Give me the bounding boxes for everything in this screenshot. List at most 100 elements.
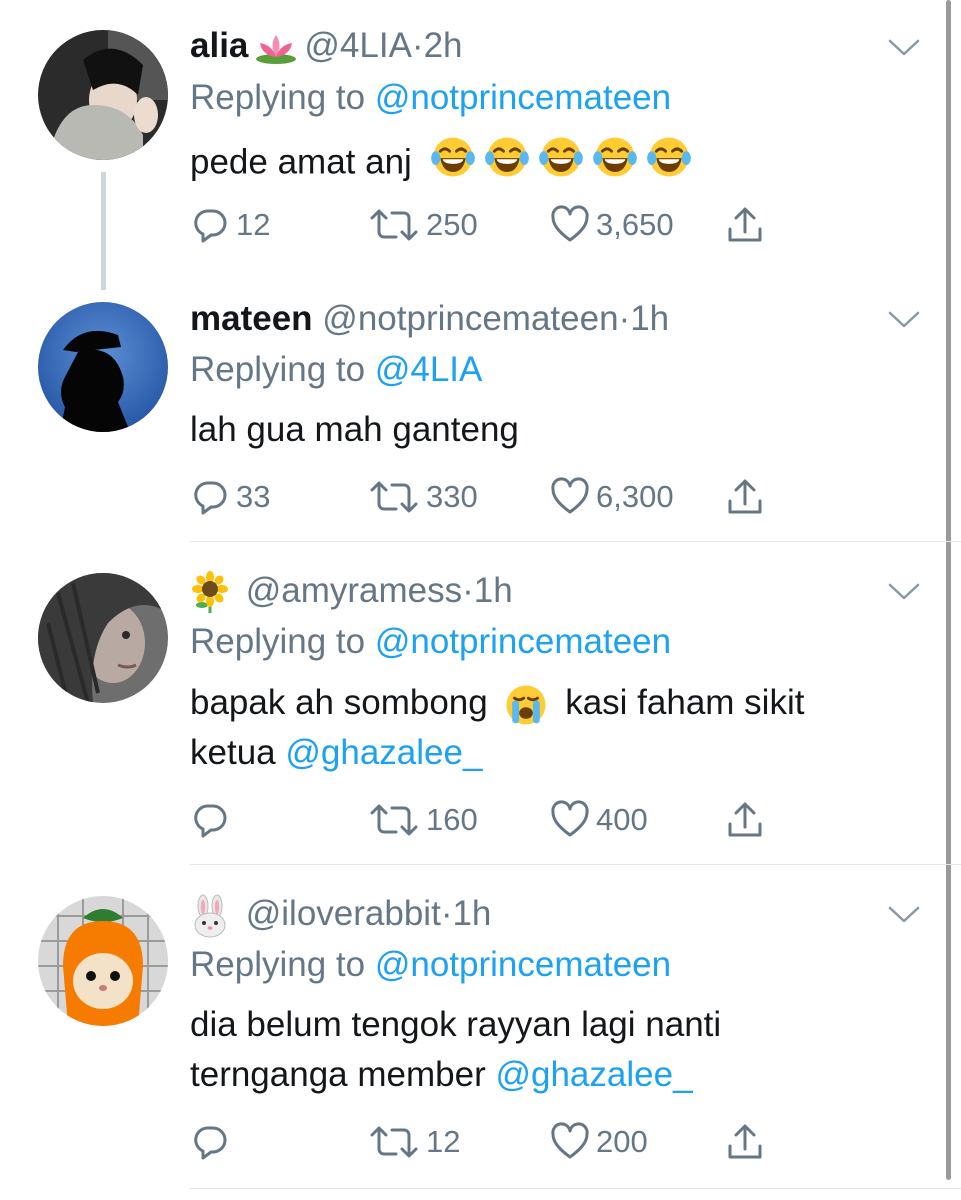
tweet-timestamp[interactable]: 2h xyxy=(424,26,463,65)
avatar-iloverabbit[interactable] xyxy=(38,896,168,1026)
sunflower-emoji xyxy=(190,571,230,615)
like-icon xyxy=(550,1122,590,1162)
tweet-divider xyxy=(190,864,961,865)
like-count: 6,300 xyxy=(596,479,674,514)
replying-to-mention[interactable]: @4LIA xyxy=(375,350,483,389)
reply-icon xyxy=(190,477,230,517)
tweet-text-part: ketua xyxy=(190,733,276,772)
tweet-timestamp[interactable]: 1h xyxy=(630,299,669,338)
avatar-mateen[interactable] xyxy=(38,302,168,432)
retweet-icon xyxy=(368,477,420,517)
chevron-down-icon[interactable] xyxy=(887,905,921,925)
share-button[interactable] xyxy=(725,472,765,522)
share-icon xyxy=(725,1122,765,1162)
reply-icon xyxy=(190,205,230,245)
chevron-down-icon[interactable] xyxy=(887,310,921,330)
avatar-alia[interactable] xyxy=(38,30,168,160)
like-count: 3,650 xyxy=(596,207,674,242)
replying-to-label: Replying to xyxy=(190,350,366,389)
like-count: 200 xyxy=(596,1124,648,1159)
face-with-tears-of-joy-icon xyxy=(484,134,530,180)
tweet-header: mateen @notprincemateen·1h xyxy=(190,295,669,343)
like-count: 400 xyxy=(596,802,648,837)
share-button[interactable] xyxy=(725,795,765,845)
reply-button[interactable]: 12 xyxy=(190,200,270,250)
user-handle[interactable]: @4LIA xyxy=(304,26,412,65)
reply-count: 12 xyxy=(236,207,271,242)
loudly-crying-face-icon xyxy=(503,682,549,728)
replying-to-mention[interactable]: @notprincemateen xyxy=(375,622,671,661)
tweet-text-content: pede amat anj xyxy=(190,142,412,182)
scrollbar[interactable] xyxy=(946,0,951,1180)
tweet-text-content: lah gua mah ganteng xyxy=(190,410,519,449)
tweet-timestamp[interactable]: 1h xyxy=(474,571,513,610)
share-icon xyxy=(725,477,765,517)
display-name[interactable]: alia xyxy=(190,26,248,65)
tweet-text-line: ternganga member xyxy=(190,1055,486,1094)
retweet-button[interactable]: 250 xyxy=(368,200,478,250)
tweet-divider xyxy=(190,541,961,542)
user-handle[interactable]: @iloverabbit xyxy=(246,894,441,933)
reply-button[interactable]: 33 xyxy=(190,472,270,522)
avatar-amyramess[interactable] xyxy=(38,573,168,703)
tweet-actions: 12 200 xyxy=(190,1117,790,1167)
replying-to-label: Replying to xyxy=(190,78,366,117)
tweet-text: bapak ah sombong kasi faham sikit ketua … xyxy=(190,678,930,778)
like-button[interactable]: 3,650 xyxy=(550,200,674,250)
tweet-header: @amyramess·1h xyxy=(190,567,513,615)
share-button[interactable] xyxy=(725,200,765,250)
share-icon xyxy=(725,205,765,245)
separator-dot: · xyxy=(440,894,453,933)
tweet-text-line: dia belum tengok rayyan lagi nanti xyxy=(190,1005,722,1044)
tweet-text-part: kasi faham sikit xyxy=(565,683,805,722)
retweet-count: 12 xyxy=(426,1124,461,1159)
retweet-button[interactable]: 12 xyxy=(368,1117,460,1167)
thread-connector-line xyxy=(101,172,106,290)
tweet-divider xyxy=(190,1188,961,1189)
like-button[interactable]: 200 xyxy=(550,1117,648,1167)
retweet-button[interactable]: 330 xyxy=(368,472,478,522)
replying-to-mention[interactable]: @notprincemateen xyxy=(375,945,671,984)
display-name[interactable]: mateen xyxy=(190,299,313,338)
replying-to-label: Replying to xyxy=(190,622,366,661)
retweet-icon xyxy=(368,205,420,245)
retweet-icon xyxy=(368,800,420,840)
like-button[interactable]: 6,300 xyxy=(550,472,674,522)
share-button[interactable] xyxy=(725,1117,765,1167)
reply-button[interactable] xyxy=(190,795,236,845)
like-icon xyxy=(550,800,590,840)
replying-to-label: Replying to xyxy=(190,945,366,984)
reply-button[interactable] xyxy=(190,1117,236,1167)
replying-to-mention[interactable]: @notprincemateen xyxy=(375,78,671,117)
tweet-actions: 12 250 3,650 xyxy=(190,200,790,250)
retweet-button[interactable]: 160 xyxy=(368,795,478,845)
user-handle[interactable]: @amyramess xyxy=(246,571,462,610)
face-with-tears-of-joy-icon xyxy=(646,134,692,180)
reply-icon xyxy=(190,800,230,840)
replying-to-line: Replying to @notprincemateen xyxy=(190,622,671,662)
separator-dot: · xyxy=(618,299,631,338)
separator-dot: · xyxy=(411,26,424,65)
tweet-header: @iloverabbit·1h xyxy=(190,890,491,938)
face-with-tears-of-joy-icon xyxy=(430,134,476,180)
replying-to-line: Replying to @notprincemateen xyxy=(190,945,671,985)
replying-to-line: Replying to @4LIA xyxy=(190,350,482,390)
face-with-tears-of-joy-icon xyxy=(538,134,584,180)
separator-dot: · xyxy=(462,571,474,610)
like-icon xyxy=(550,205,590,245)
tweet-mention[interactable]: @ghazalee_ xyxy=(285,733,482,772)
tweet-mention[interactable]: @ghazalee_ xyxy=(495,1055,692,1094)
reply-icon xyxy=(190,1122,230,1162)
tweet-timestamp[interactable]: 1h xyxy=(452,894,491,933)
user-handle[interactable]: @notprincemateen xyxy=(322,299,618,338)
retweet-count: 160 xyxy=(426,802,478,837)
rabbit-face-emoji xyxy=(190,894,230,938)
face-with-tears-of-joy-icon xyxy=(592,134,638,180)
replying-to-line: Replying to @notprincemateen xyxy=(190,78,671,118)
share-icon xyxy=(725,800,765,840)
chevron-down-icon[interactable] xyxy=(887,38,921,58)
tweet-actions: 160 400 xyxy=(190,795,790,845)
like-button[interactable]: 400 xyxy=(550,795,648,845)
retweet-count: 250 xyxy=(426,207,478,242)
chevron-down-icon[interactable] xyxy=(887,582,921,602)
